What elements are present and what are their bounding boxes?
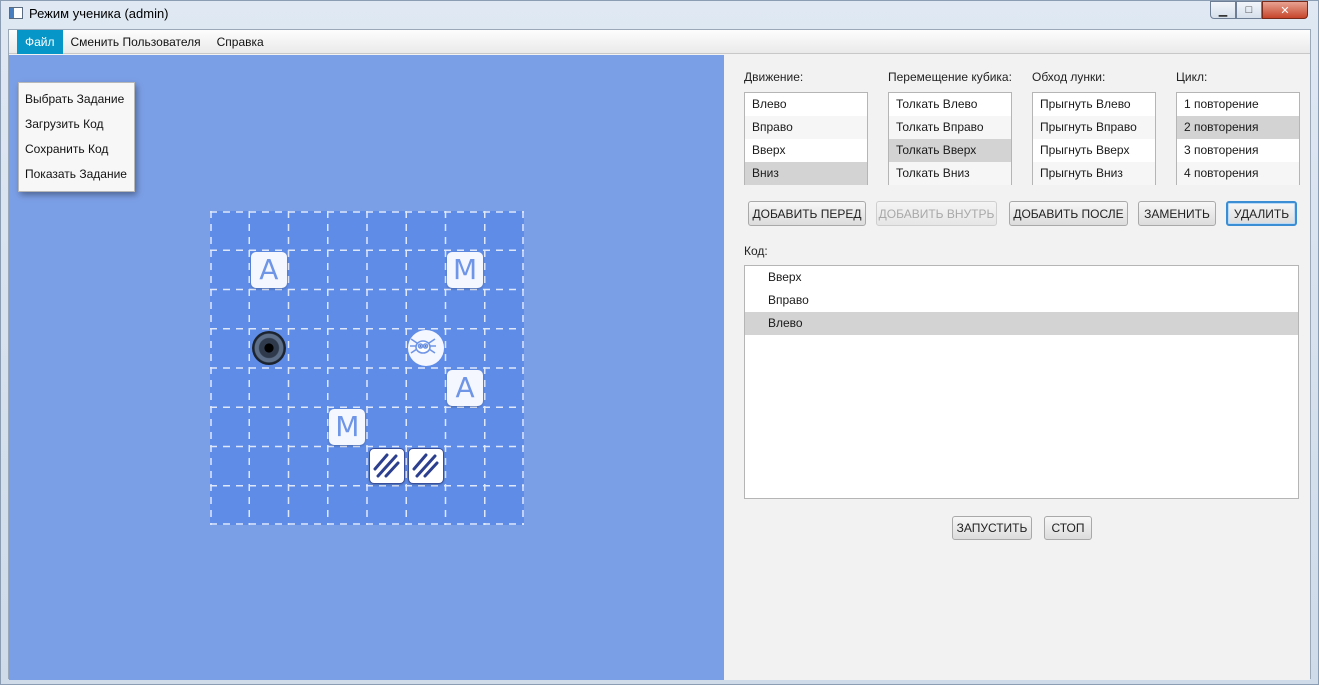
stripes-icon [412, 453, 439, 478]
stripes-icon [373, 453, 400, 478]
letter-cube: М [447, 251, 484, 288]
striped-block [368, 448, 405, 485]
delete-button[interactable]: УДАЛИТЬ [1226, 201, 1297, 226]
group-label-2: Обход лунки: [1032, 70, 1106, 84]
command-item[interactable]: 2 повторения [1177, 116, 1299, 139]
code-line[interactable]: Влево [745, 312, 1298, 335]
command-item[interactable]: Вверх [745, 139, 867, 162]
letter-cube: А [250, 251, 287, 288]
menu-item-save-code[interactable]: Сохранить Код [19, 137, 134, 162]
window-title: Режим ученика (admin) [29, 6, 169, 21]
command-list-2: Прыгнуть Влево Прыгнуть Вправо Прыгнуть Вв… [1032, 92, 1156, 185]
replace-button[interactable]: ЗАМЕНИТЬ [1138, 201, 1216, 226]
command-item[interactable]: Прыгнуть Вправо [1033, 116, 1155, 139]
command-item[interactable]: Прыгнуть Вниз [1033, 162, 1155, 185]
group-label-0: Движение: [744, 70, 804, 84]
spider-glyph [409, 338, 436, 355]
game-board: А М А М [210, 211, 524, 525]
minimize-button[interactable]: ▁ [1210, 1, 1236, 19]
spider-icon [407, 330, 444, 367]
code-line[interactable]: Вправо [745, 289, 1298, 312]
add-inside-button[interactable]: ДОБАВИТЬ ВНУТРЬ [876, 201, 997, 226]
client-area: Файл Сменить Пользователя Справка А М А М Д… [8, 29, 1311, 680]
app-icon [9, 7, 23, 19]
group-label-3: Цикл: [1176, 70, 1208, 84]
app-window: Режим ученика (admin) ▁ □ ✕ Файл Сменить… [0, 0, 1319, 685]
file-dropdown-menu: Выбрать Задание Загрузить Код Сохранить … [18, 82, 135, 192]
menu-help[interactable]: Справка [209, 30, 272, 54]
menu-item-select-task[interactable]: Выбрать Задание [19, 87, 134, 112]
command-item[interactable]: Толкать Вправо [889, 116, 1011, 139]
letter-cube: А [447, 369, 484, 406]
command-item[interactable]: Прыгнуть Влево [1033, 93, 1155, 116]
code-label: Код: [744, 244, 768, 258]
command-list-1: Толкать Влево Толкать Вправо Толкать Вверх… [888, 92, 1012, 185]
add-before-button[interactable]: ДОБАВИТЬ ПЕРЕД [748, 201, 866, 226]
code-list[interactable]: Вверх Вправо Влево [744, 265, 1299, 499]
striped-block [407, 448, 444, 485]
menu-item-load-code[interactable]: Загрузить Код [19, 112, 134, 137]
command-panel: Движение: Влево Вправо Вверх Вниз Перемещение… [724, 55, 1310, 680]
command-item[interactable]: 4 повторения [1177, 162, 1299, 185]
group-label-1: Перемещение кубика: [888, 70, 1012, 84]
command-item[interactable]: Влево [745, 93, 867, 116]
run-button[interactable]: ЗАПУСТИТЬ [952, 516, 1032, 540]
command-list-3: 1 повторение 2 повторения 3 повторения 4 по… [1176, 92, 1300, 185]
command-list-0: Влево Вправо Вверх Вниз [744, 92, 868, 185]
close-button[interactable]: ✕ [1262, 1, 1308, 19]
command-item[interactable]: 3 повторения [1177, 139, 1299, 162]
maximize-button[interactable]: □ [1236, 1, 1262, 19]
command-item[interactable]: Прыгнуть Вверх [1033, 139, 1155, 162]
command-item[interactable]: Вниз [745, 162, 867, 185]
add-after-button[interactable]: ДОБАВИТЬ ПОСЛЕ [1009, 201, 1128, 226]
hole-icon [251, 331, 286, 366]
menu-switch-user[interactable]: Сменить Пользователя [63, 30, 209, 54]
command-item[interactable]: Толкать Влево [889, 93, 1011, 116]
menu-item-show-task[interactable]: Показать Задание [19, 162, 134, 187]
title-bar: Режим ученика (admin) ▁ □ ✕ [1, 1, 1318, 27]
menu-bar: Файл Сменить Пользователя Справка [9, 29, 1310, 54]
code-line[interactable]: Вверх [745, 266, 1298, 289]
command-item[interactable]: 1 повторение [1177, 93, 1299, 116]
command-item[interactable]: Толкать Вниз [889, 162, 1011, 185]
stop-button[interactable]: СТОП [1044, 516, 1092, 540]
window-controls: ▁ □ ✕ [1210, 1, 1308, 19]
menu-file[interactable]: Файл [17, 29, 63, 54]
command-item[interactable]: Толкать Вверх [889, 139, 1011, 162]
letter-cube: М [329, 408, 366, 445]
command-item[interactable]: Вправо [745, 116, 867, 139]
